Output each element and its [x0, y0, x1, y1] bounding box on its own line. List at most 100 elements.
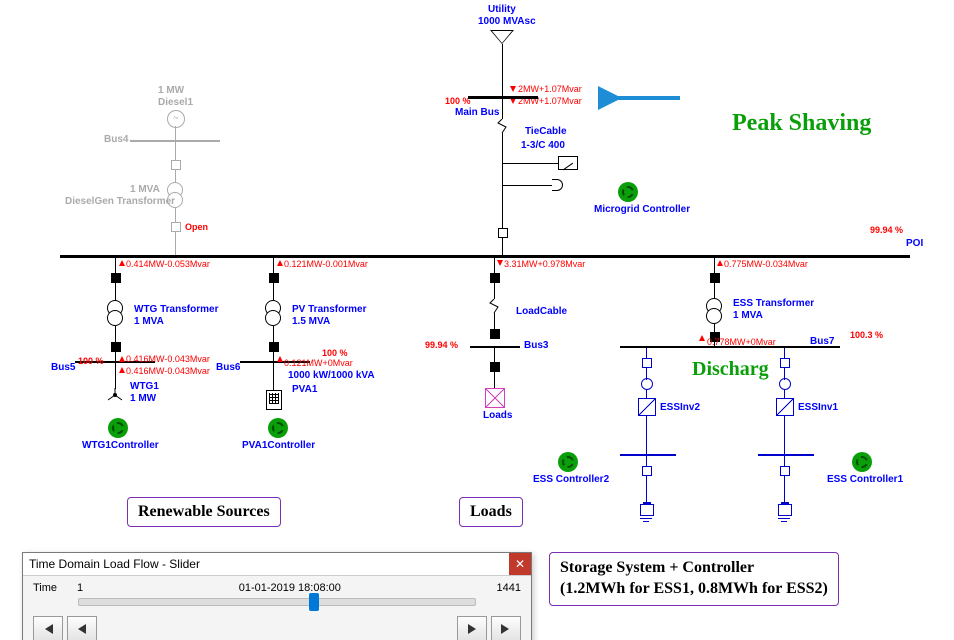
- bus6-v: 100 %: [322, 348, 348, 358]
- wtg-tx-mva: 1 MVA: [134, 316, 164, 327]
- pv-tx-name: PV Transformer: [292, 304, 366, 315]
- prev-button[interactable]: [67, 616, 97, 640]
- controller-icon: [618, 182, 638, 202]
- controller-icon: [268, 418, 288, 438]
- wire: [714, 283, 715, 298]
- flow-arrow: [510, 86, 516, 92]
- anno-storage-box: Storage System + Controller (1.2MWh for …: [549, 552, 839, 606]
- wire: [175, 232, 176, 255]
- breaker-icon: [780, 466, 790, 476]
- flow-arrow: [717, 260, 723, 266]
- load-icon: [485, 388, 505, 408]
- breaker-icon: [490, 273, 500, 283]
- pva-name: PVA1: [292, 384, 317, 395]
- bus3-v: 99.94 %: [425, 340, 458, 350]
- controller-icon: [558, 452, 578, 472]
- wire: [273, 283, 274, 301]
- ess-tx-name: ESS Transformer: [733, 298, 814, 309]
- diagram-canvas: Utility 1000 MVAsc 2MW+1.07Mvar 2MW+1.07…: [0, 0, 954, 640]
- bus3-bar: [470, 346, 520, 348]
- tiecable-name: TieCable: [525, 126, 567, 137]
- ess2-dc-bus: [620, 454, 676, 456]
- breaker-icon: [490, 329, 500, 339]
- wire: [175, 170, 176, 182]
- first-button[interactable]: [33, 616, 63, 640]
- close-button[interactable]: ✕: [509, 553, 531, 575]
- time-label: Time: [33, 582, 73, 594]
- wire: [115, 258, 116, 273]
- pva-rating: 1000 kW/1000 kVA: [288, 370, 375, 381]
- wire: [784, 456, 785, 504]
- wtg-icon: [108, 388, 122, 402]
- time-slider-panel: Time Domain Load Flow - Slider ✕ Time 1 …: [22, 552, 532, 640]
- wire: [502, 163, 558, 164]
- diesel-tx-name: DieselGen Transformer: [65, 196, 175, 207]
- wire: [646, 456, 647, 504]
- wire: [175, 126, 176, 140]
- pv-flow: 0.121MW+0Mvar: [284, 358, 353, 368]
- battery-icon: [640, 504, 654, 516]
- bus5-v: 100 %: [78, 356, 104, 366]
- wire: [175, 142, 176, 162]
- anno-discharge: Discharg: [692, 358, 769, 381]
- diesel-name: Diesel1: [158, 97, 193, 108]
- breaker-icon: [269, 273, 279, 283]
- breaker-icon: [642, 466, 652, 476]
- switch-circle: [779, 378, 791, 390]
- flow-arrow: [277, 356, 283, 362]
- panel-title: Time Domain Load Flow - Slider: [23, 553, 531, 576]
- ground-icon: [640, 518, 652, 526]
- wire: [273, 363, 274, 391]
- poi-name: POI: [906, 238, 923, 249]
- diesel-tx-mva: 1 MVA: [130, 184, 160, 195]
- utility-sc: 1000 MVAsc: [478, 16, 536, 27]
- wire: [502, 133, 503, 163]
- flow-arrow: [119, 356, 125, 362]
- slider-max: 1441: [497, 582, 521, 594]
- controller-icon: [108, 418, 128, 438]
- wire: [714, 258, 715, 273]
- flow-arrow: [277, 260, 283, 266]
- microgrid-controller: Microgrid Controller: [594, 204, 690, 215]
- next-button[interactable]: [457, 616, 487, 640]
- flow-arrow: [119, 367, 125, 373]
- mainbus-name: Main Bus: [455, 107, 499, 118]
- breaker-icon: [171, 160, 181, 170]
- meter-icon: [558, 156, 578, 170]
- breaker-icon: [269, 342, 279, 352]
- wire: [502, 185, 552, 186]
- essinv2-name: ESSInv2: [660, 402, 700, 413]
- wire: [273, 258, 274, 273]
- wtg-flow1: 0.416MW-0.043Mvar: [126, 354, 210, 364]
- wire-utility: [502, 44, 503, 96]
- bus4-name: Bus4: [104, 134, 128, 145]
- mainbus-flow-up: 2MW+1.07Mvar: [518, 84, 582, 94]
- flow-arrow: [119, 260, 125, 266]
- wtg-name: WTG1: [130, 381, 159, 392]
- anno-storage-line2: (1.2MWh for ESS1, 0.8MWh for ESS2): [560, 580, 828, 597]
- ess-controller1: ESS Controller1: [827, 474, 903, 485]
- poi-feed-bus6: 0.121MW-0.001Mvar: [284, 259, 368, 269]
- anno-peak: Peak Shaving: [732, 110, 871, 137]
- anno-loads-box: Loads: [459, 497, 523, 527]
- wire: [494, 258, 495, 273]
- wire: [502, 99, 503, 119]
- bus7-v: 100.3 %: [850, 330, 883, 340]
- bus3-name: Bus3: [524, 340, 548, 351]
- breaker-icon: [642, 358, 652, 368]
- switch-circle: [641, 378, 653, 390]
- wire: [646, 416, 647, 454]
- breaker-icon: [710, 273, 720, 283]
- switch-icon: [552, 179, 563, 191]
- time-slider[interactable]: [78, 598, 476, 606]
- last-button[interactable]: [491, 616, 521, 640]
- peak-arrow: [610, 88, 680, 111]
- pva-controller: PVA1Controller: [242, 440, 315, 451]
- slider-thumb[interactable]: [309, 593, 319, 611]
- slider-min: 1: [77, 582, 83, 594]
- mainbus-voltage: 100 %: [445, 96, 471, 106]
- inverter-icon: [638, 398, 656, 416]
- ess1-dc-bus: [758, 454, 814, 456]
- battery-icon: [778, 504, 792, 516]
- breaker-icon: [780, 358, 790, 368]
